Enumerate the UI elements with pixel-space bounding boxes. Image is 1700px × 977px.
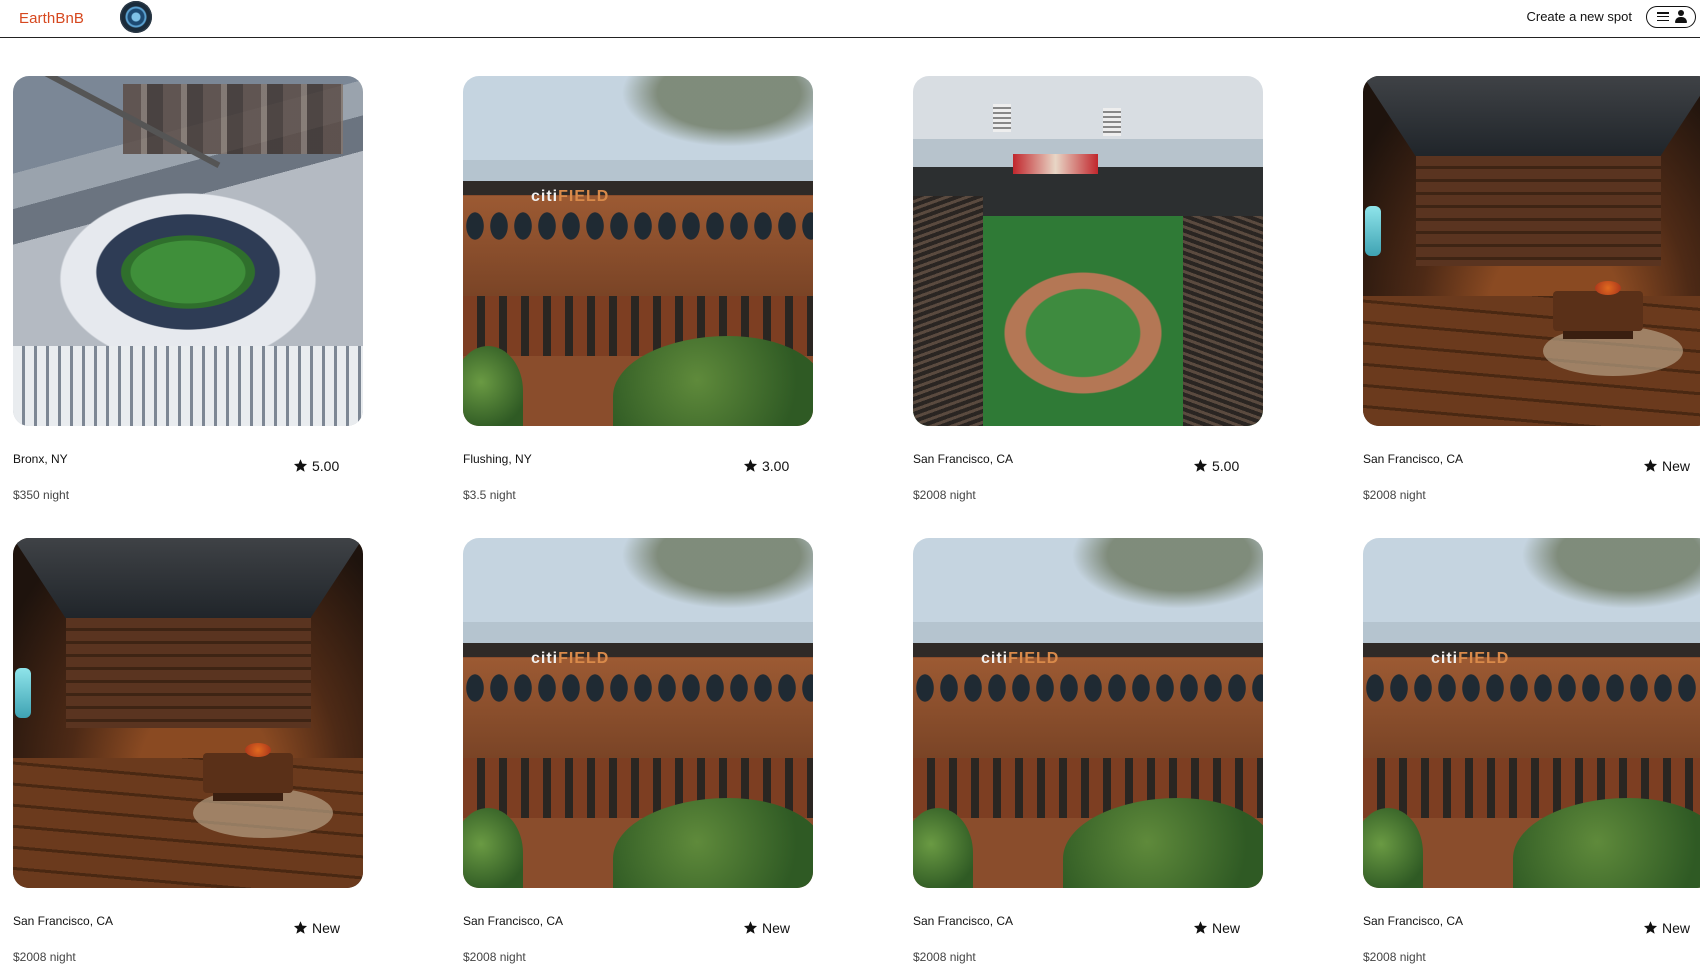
listing-location: San Francisco, CA bbox=[463, 914, 564, 928]
create-new-spot-link[interactable]: Create a new spot bbox=[1526, 9, 1632, 24]
top-nav: EarthBnB Create a new spot bbox=[0, 0, 1700, 38]
listing-rating: 3.00 bbox=[743, 458, 789, 474]
listing-rating: New bbox=[1193, 920, 1240, 936]
user-icon bbox=[1674, 10, 1688, 24]
listing-price: $2008 night bbox=[1363, 488, 1426, 502]
listing-card[interactable]: San Francisco, CA 5.00 $2008 night bbox=[913, 76, 1273, 502]
listing-photo[interactable] bbox=[13, 538, 363, 888]
star-icon bbox=[743, 459, 758, 472]
listing-photo[interactable] bbox=[1363, 76, 1700, 426]
listing-price: $3.5 night bbox=[463, 488, 516, 502]
star-icon bbox=[293, 921, 308, 934]
star-icon bbox=[1643, 459, 1658, 472]
listing-location: San Francisco, CA bbox=[913, 914, 1014, 928]
listing-price: $2008 night bbox=[13, 950, 76, 964]
listing-rating: New bbox=[1643, 920, 1690, 936]
listing-card[interactable]: Bronx, NY 5.00 $350 night bbox=[13, 76, 373, 502]
listing-price: $350 night bbox=[13, 488, 70, 502]
star-icon bbox=[1643, 921, 1658, 934]
listing-price: $2008 night bbox=[463, 950, 526, 964]
listing-price: $2008 night bbox=[1363, 950, 1426, 964]
listing-card[interactable]: citiFIELD Flushing, NY 3.00 $3.5 night bbox=[463, 76, 823, 502]
listing-photo[interactable]: citiFIELD bbox=[1363, 538, 1700, 888]
listing-card[interactable]: citiFIELD San Francisco, CA New $2008 ni… bbox=[463, 538, 823, 964]
listing-card[interactable]: citiFIELD San Francisco, CA New $2008 ni… bbox=[913, 538, 1273, 964]
listing-location: Bronx, NY bbox=[13, 452, 68, 466]
listing-photo[interactable]: citiFIELD bbox=[463, 76, 813, 426]
listing-rating: 5.00 bbox=[293, 458, 339, 474]
listing-photo[interactable] bbox=[913, 76, 1263, 426]
listing-rating: New bbox=[743, 920, 790, 936]
listing-rating: New bbox=[1643, 458, 1690, 474]
swirl-logo-icon[interactable] bbox=[120, 1, 152, 33]
star-icon bbox=[1193, 921, 1208, 934]
profile-menu-button[interactable] bbox=[1646, 6, 1696, 28]
listing-photo[interactable]: citiFIELD bbox=[463, 538, 813, 888]
listing-card[interactable]: San Francisco, CA New $2008 night bbox=[13, 538, 373, 964]
listing-card[interactable]: citiFIELD San Francisco, CA New $2008 ni… bbox=[1363, 538, 1700, 964]
listing-location: San Francisco, CA bbox=[1363, 914, 1464, 928]
brand-name[interactable]: EarthBnB bbox=[19, 10, 84, 27]
listing-photo[interactable]: citiFIELD bbox=[913, 538, 1263, 888]
star-icon bbox=[293, 459, 308, 472]
listing-location: San Francisco, CA bbox=[13, 914, 114, 928]
listing-photo[interactable] bbox=[13, 76, 363, 426]
star-icon bbox=[743, 921, 758, 934]
listing-card[interactable]: San Francisco, CA New $2008 night bbox=[1363, 76, 1700, 502]
listing-location: Flushing, NY bbox=[463, 452, 532, 466]
listing-price: $2008 night bbox=[913, 488, 976, 502]
star-icon bbox=[1193, 459, 1208, 472]
listing-rating: 5.00 bbox=[1193, 458, 1239, 474]
listing-rating: New bbox=[293, 920, 340, 936]
listing-location: San Francisco, CA bbox=[913, 452, 1014, 466]
listing-price: $2008 night bbox=[913, 950, 976, 964]
hamburger-menu-icon bbox=[1657, 12, 1669, 22]
listing-location: San Francisco, CA bbox=[1363, 452, 1464, 466]
